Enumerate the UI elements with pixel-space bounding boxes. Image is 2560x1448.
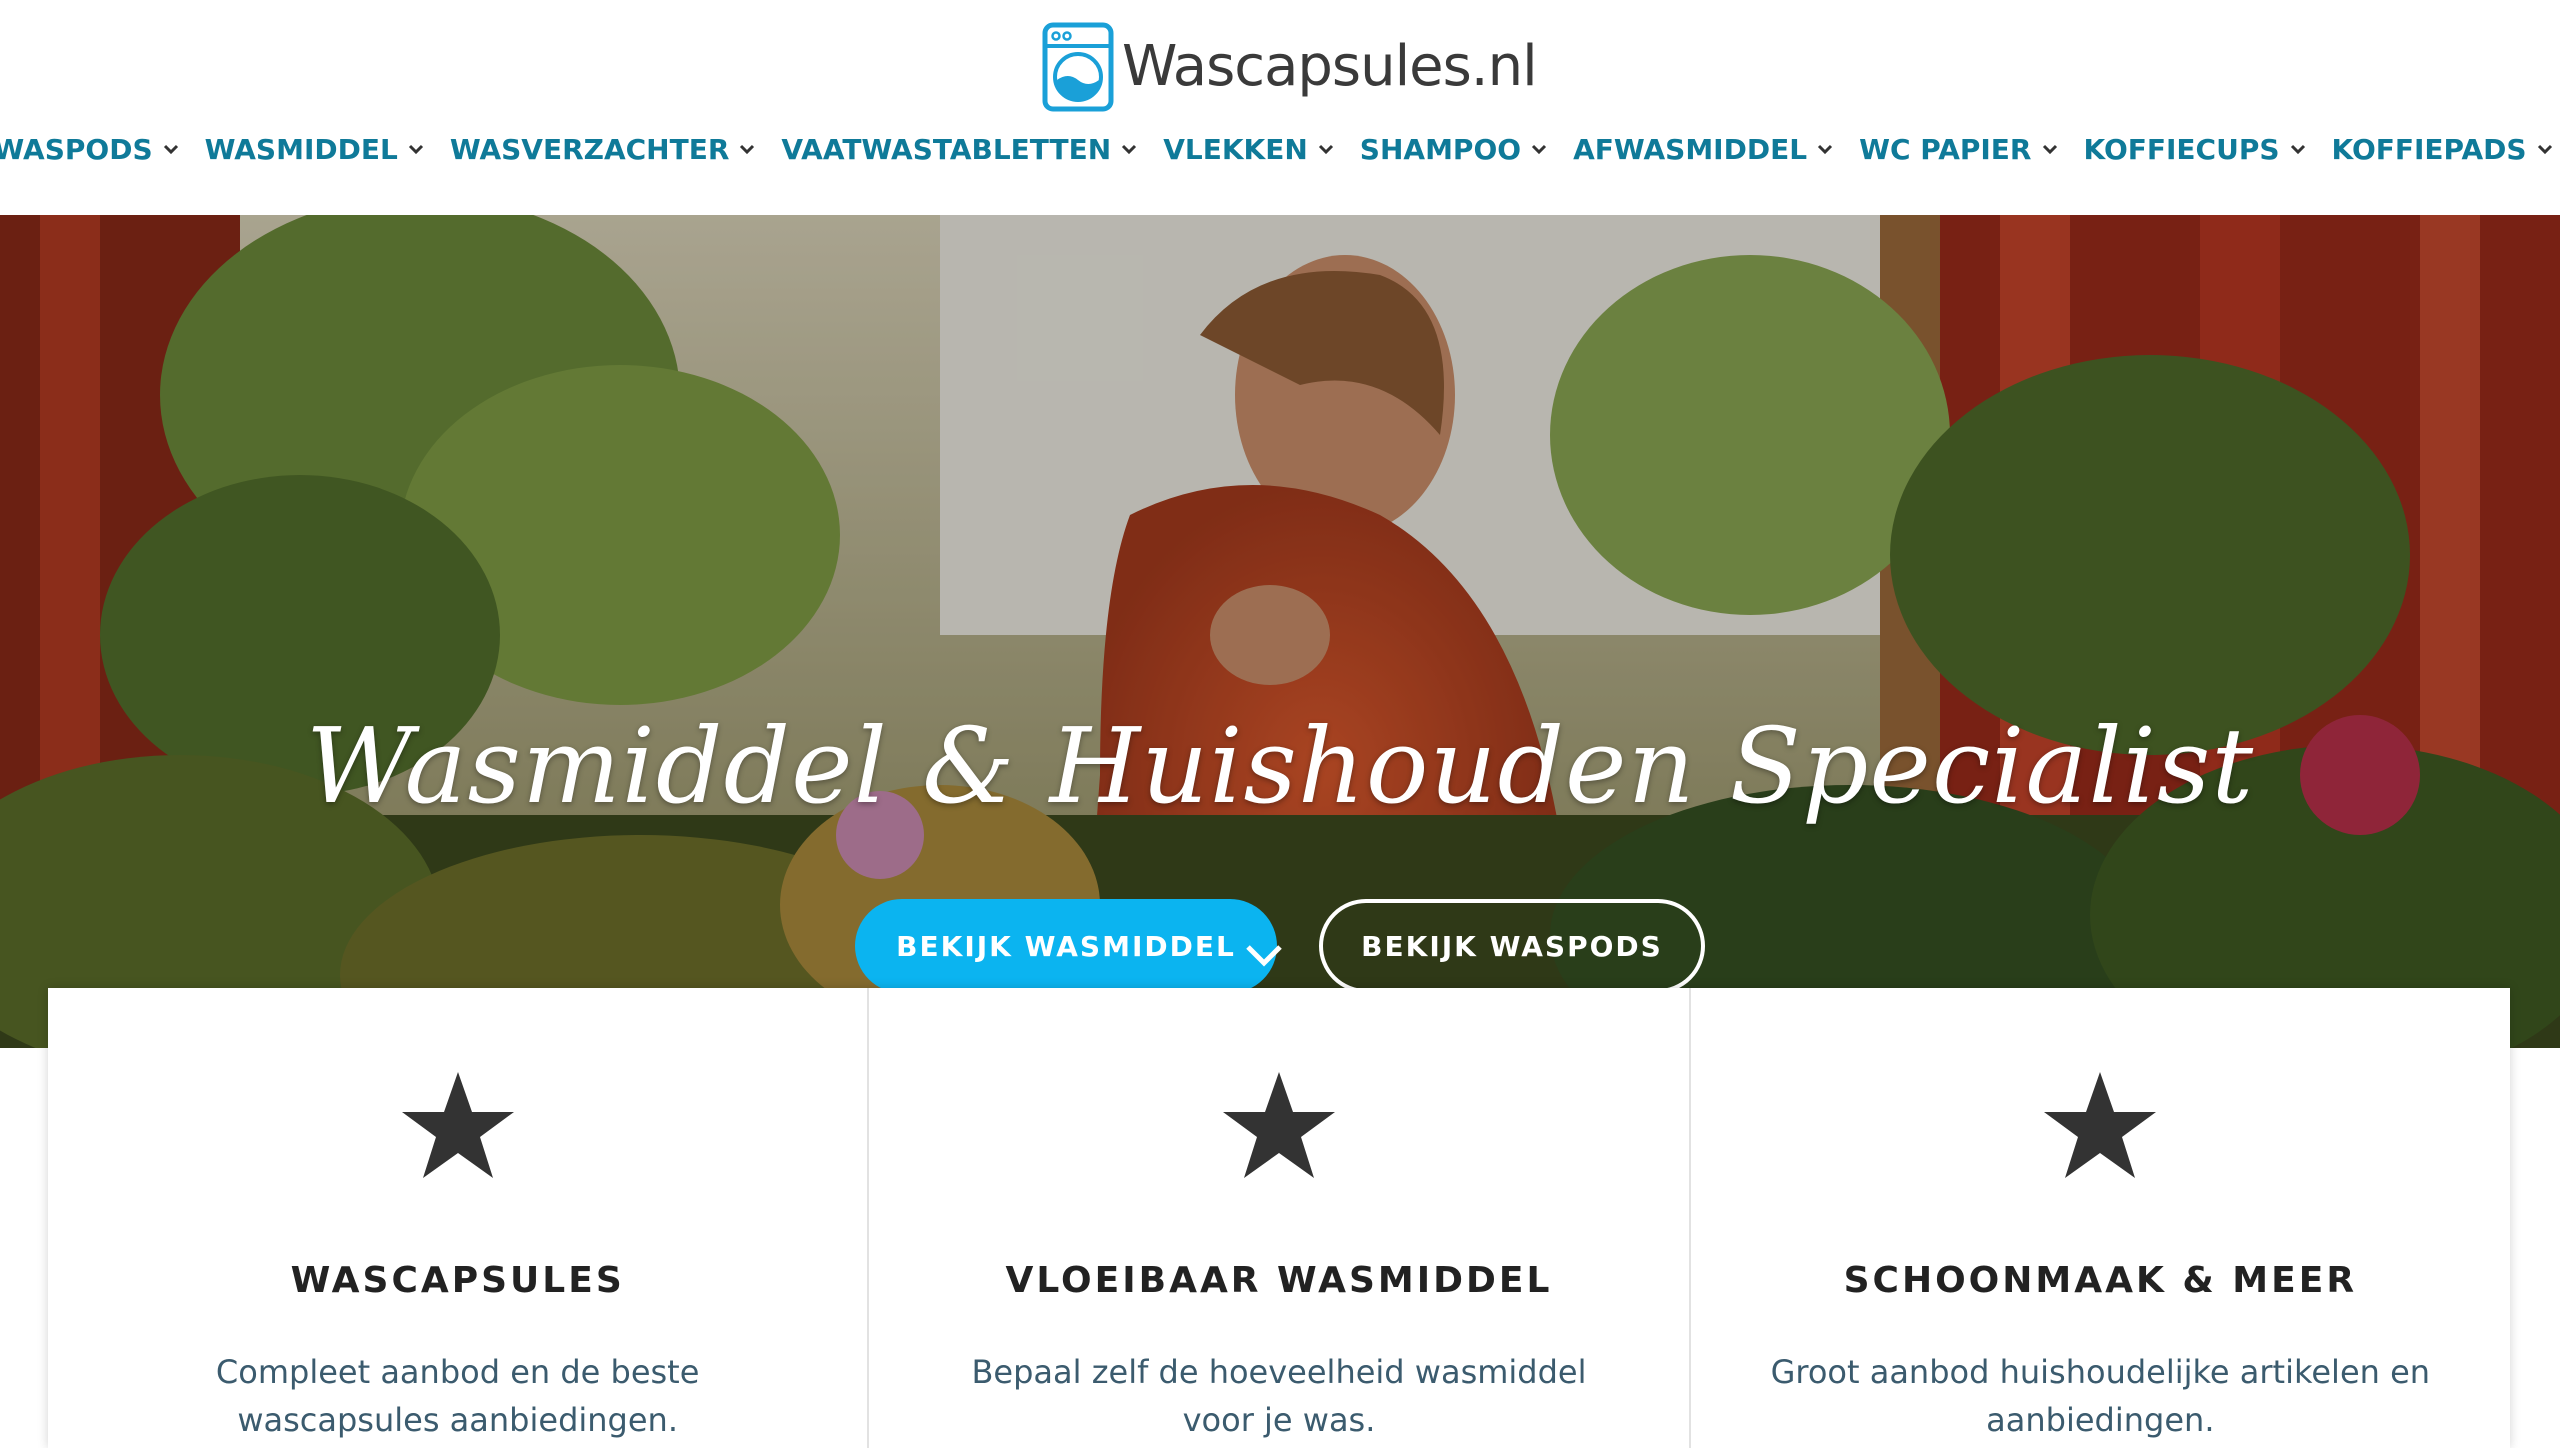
feature-text: Bepaal zelf de hoeveelheid wasmiddel voo… [971, 1353, 1587, 1439]
nav-item-vaatwastabletten[interactable]: VAATWASTABLETTEN [781, 133, 1151, 166]
chevron-down-icon [2535, 139, 2555, 159]
star-icon [401, 1072, 514, 1178]
nav-item-label: VLEKKEN [1163, 132, 1308, 166]
view-wasmiddel-button[interactable]: BEKIJK WASMIDDEL [855, 899, 1277, 993]
chevron-down-icon [1316, 139, 1336, 159]
nav-item-label: WC PAPIER [1859, 132, 2032, 166]
feature-text: Compleet aanbod en de beste wascapsules … [215, 1353, 700, 1439]
brand-name: Wascapsules.nl [1122, 34, 1538, 99]
nav-item-label: KOFFIECUPS [2083, 132, 2280, 166]
feature-card: VLOEIBAAR WASMIDDEL Bepaal zelf de hoeve… [869, 988, 1691, 1448]
nav-item-koffiepads[interactable]: KOFFIEPADS [2332, 133, 2560, 166]
main-nav: WASPODS WASMIDDEL WASVERZACHTER VAATWAST… [0, 124, 2560, 174]
nav-item-wasmiddel[interactable]: WASMIDDEL [205, 133, 438, 166]
nav-item-afwasmiddel[interactable]: AFWASMIDDEL [1573, 133, 1847, 166]
chevron-down-icon [2288, 139, 2308, 159]
nav-item-shampoo[interactable]: SHAMPOO [1360, 133, 1561, 166]
chevron-down-icon [1529, 139, 1549, 159]
nav-item-label: KOFFIEPADS [2331, 132, 2527, 166]
site-logo[interactable]: Wascapsules.nl [1042, 22, 1538, 112]
nav-item-wasverzachter[interactable]: WASVERZACHTER [450, 133, 770, 166]
nav-item-vlekken[interactable]: VLEKKEN [1163, 133, 1348, 166]
chevron-down-icon [1119, 139, 1139, 159]
nav-item-label: AFWASMIDDEL [1573, 132, 1808, 166]
site-header: Wascapsules.nl WASPODS WASMIDDEL WASVERZ… [0, 0, 2560, 215]
star-icon [2044, 1072, 2157, 1178]
washing-machine-icon [1042, 22, 1114, 112]
nav-item-label: WASMIDDEL [204, 132, 398, 166]
chevron-down-icon [1815, 139, 1835, 159]
hero-banner: Wasmiddel & Huishouden Specialist BEKIJK… [0, 215, 2560, 1048]
feature-title: VLOEIBAAR WASMIDDEL [1005, 1260, 1553, 1301]
chevron-down-icon [406, 139, 426, 159]
feature-title: WASCAPSULES [290, 1260, 625, 1301]
feature-text: Groot aanbod huishoudelijke artikelen en… [1770, 1353, 2431, 1439]
nav-item-label: VAATWASTABLETTEN [781, 132, 1112, 166]
nav-item-label: SHAMPOO [1359, 132, 1522, 166]
features-panel: WASCAPSULES Compleet aanbod en de beste … [48, 988, 2510, 1448]
chevron-down-icon[interactable] [1244, 935, 1284, 975]
view-waspods-button[interactable]: BEKIJK WASPODS [1319, 899, 1705, 993]
star-icon [1222, 1072, 1335, 1178]
nav-item-wc-papier[interactable]: WC PAPIER [1859, 133, 2071, 166]
nav-item-label: WASPODS [0, 132, 153, 166]
chevron-down-icon [161, 139, 181, 159]
feature-card: WASCAPSULES Compleet aanbod en de beste … [48, 988, 870, 1448]
hero-title: Wasmiddel & Huishouden Specialist [305, 705, 2255, 827]
nav-item-koffiecups[interactable]: KOFFIECUPS [2084, 133, 2320, 166]
feature-card: SCHOONMAAK & MEER Groot aanbod huishoude… [1691, 988, 2510, 1448]
feature-title: SCHOONMAAK & MEER [1843, 1260, 2358, 1301]
chevron-down-icon [737, 139, 757, 159]
nav-item-waspods[interactable]: WASPODS [0, 133, 193, 166]
chevron-down-icon [2040, 139, 2060, 159]
nav-item-label: WASVERZACHTER [449, 132, 730, 166]
